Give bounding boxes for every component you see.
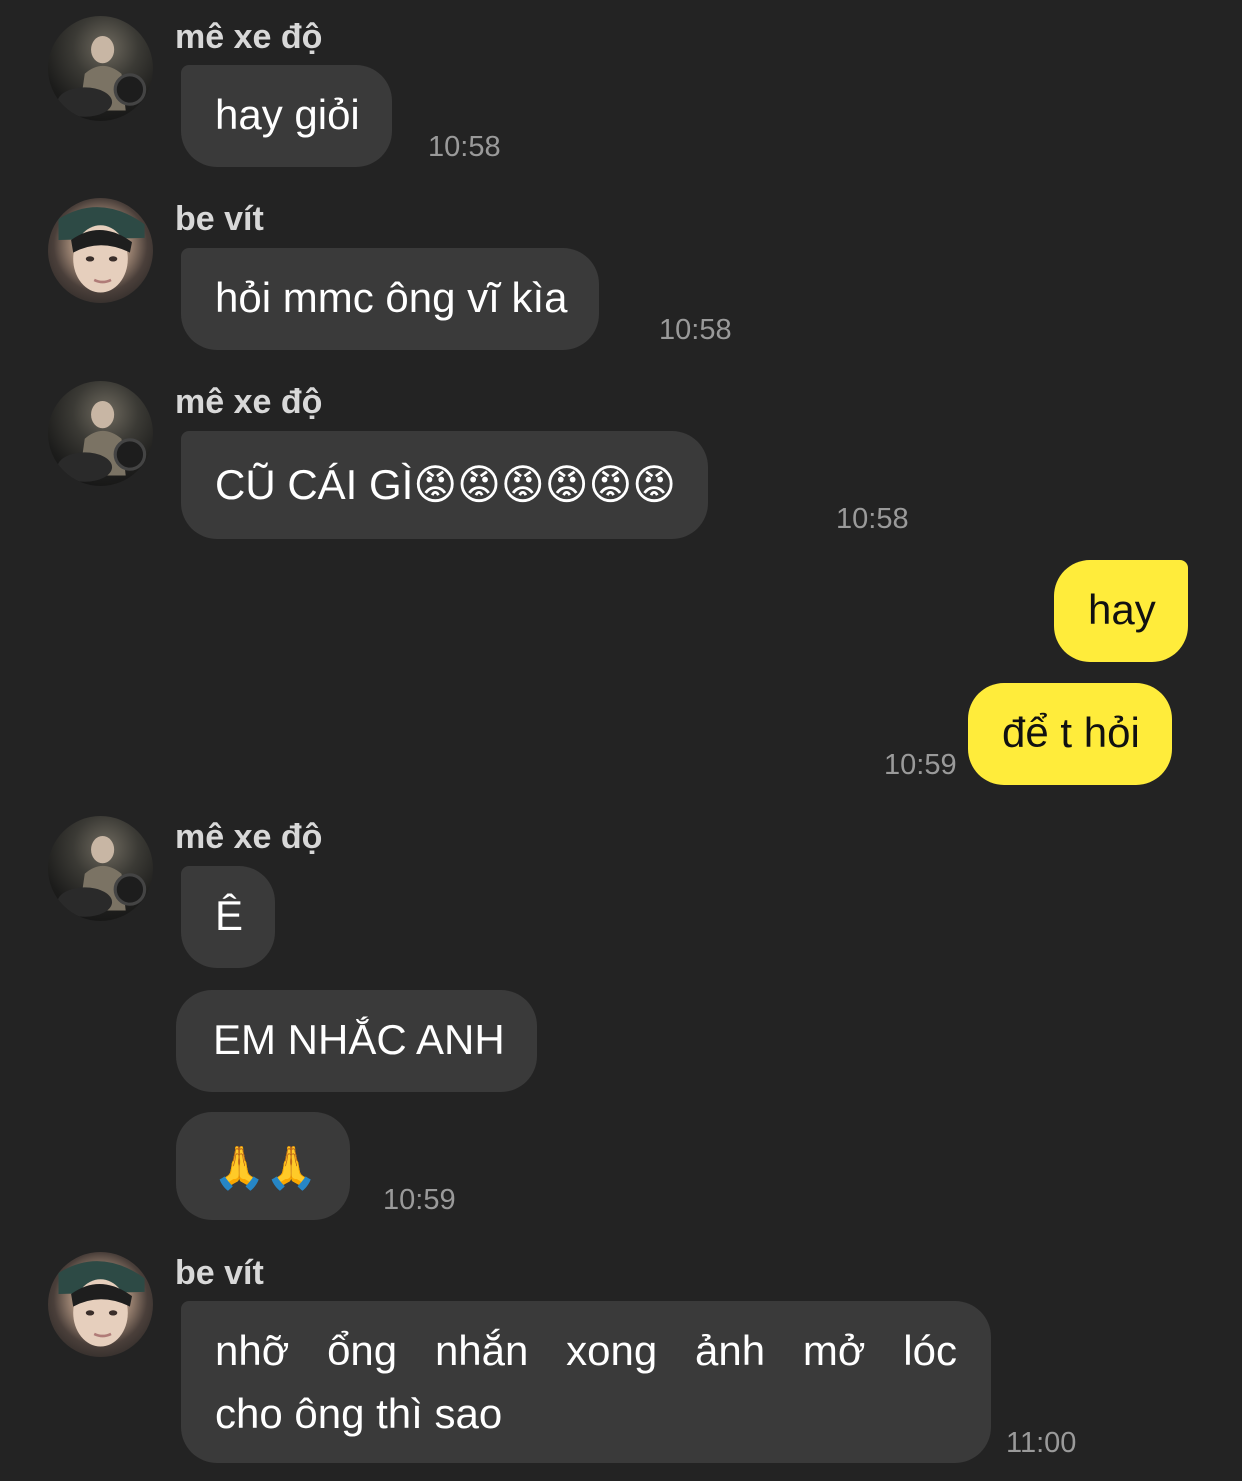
avatar-be-vit[interactable] [48, 198, 153, 303]
message-line-1: nhỡ ổng nhắn xong ảnh mở lóc [215, 1319, 957, 1382]
avatar-be-vit-icon [58, 1261, 145, 1347]
message-time: 10:58 [659, 314, 732, 346]
message-time: 10:59 [884, 749, 957, 781]
message-bubble[interactable]: Ê [181, 866, 276, 968]
sender-name: mê xe độ [175, 818, 323, 856]
avatar-be-vit-icon [58, 207, 145, 293]
message-line-2: cho ông thì sao [215, 1390, 503, 1437]
message-bubble[interactable]: hỏi mmc ông vĩ kìa [181, 248, 600, 350]
avatar-me-xe-do-icon [57, 35, 147, 117]
word: xong [566, 1327, 658, 1374]
avatar-me-xe-do-icon [57, 835, 147, 917]
avatar-me-xe-do-icon [57, 400, 147, 482]
message-bubble[interactable]: 🙏🙏 [176, 1112, 350, 1220]
message-bubble[interactable]: EM NHẮC ANH [176, 990, 537, 1092]
message-time: 11:00 [1006, 1427, 1077, 1459]
sender-name: be vít [175, 1254, 264, 1292]
avatar-me-xe-do[interactable] [48, 816, 153, 921]
message-bubble-outgoing[interactable]: hay [1054, 560, 1188, 662]
message-time: 10:58 [836, 503, 909, 535]
sender-name: mê xe độ [175, 383, 323, 421]
sender-name: mê xe độ [175, 18, 323, 56]
message-time: 10:58 [428, 131, 501, 163]
word: ảnh [695, 1327, 766, 1374]
message-bubble[interactable]: nhỡ ổng nhắn xong ảnh mở lóc cho ông thì… [181, 1301, 991, 1463]
word: ổng [327, 1327, 398, 1374]
avatar-me-xe-do[interactable] [48, 381, 153, 486]
message-bubble[interactable]: hay giỏi [181, 65, 392, 167]
word: nhắn [434, 1327, 529, 1374]
message-bubble[interactable]: CŨ CÁI GÌ😡😡😡😡😡😡 [181, 431, 709, 539]
sender-name: be vít [175, 200, 264, 238]
word: lóc [903, 1327, 957, 1374]
avatar-me-xe-do[interactable] [48, 16, 153, 121]
word: nhỡ [215, 1327, 290, 1374]
message-time: 10:59 [383, 1184, 456, 1216]
message-bubble-outgoing[interactable]: để t hỏi [968, 683, 1172, 785]
word: mở [802, 1327, 866, 1374]
avatar-be-vit[interactable] [48, 1252, 153, 1357]
